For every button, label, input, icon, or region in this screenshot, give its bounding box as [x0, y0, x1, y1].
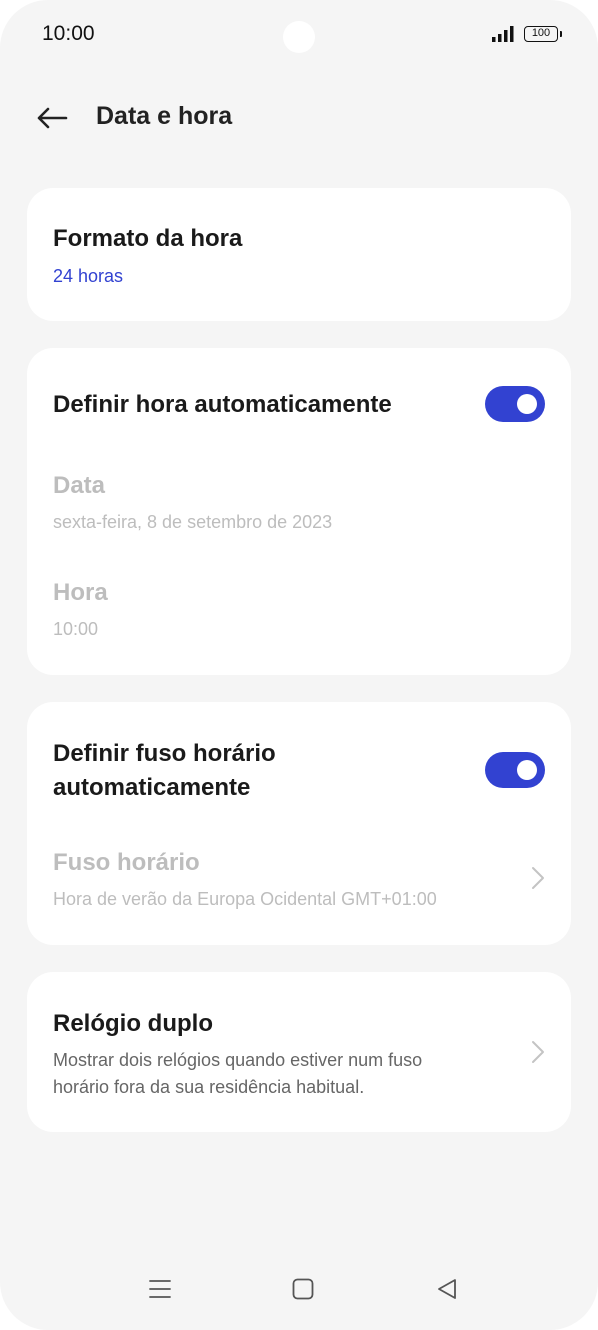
dual-clock-desc-line1: Mostrar dois relógios quando estiver num…: [53, 1050, 423, 1070]
auto-timezone-title-line2: automaticamente: [53, 774, 251, 801]
auto-timezone-card: Definir fuso horário automaticamente Fus…: [27, 702, 571, 945]
arrow-left-icon: [37, 107, 68, 129]
toggle-knob: [517, 394, 537, 414]
timezone-value: Hora de verão da Europa Ocidental GMT+01…: [53, 889, 437, 909]
time-value: 10:00: [53, 619, 99, 639]
chevron-right-icon: [532, 867, 544, 889]
time-label: Hora: [53, 579, 108, 606]
toggle-knob: [517, 760, 537, 780]
status-time: 10:00: [42, 22, 95, 45]
auto-timezone-toggle[interactable]: [485, 752, 545, 788]
chevron-right-icon: [532, 1041, 544, 1063]
auto-timezone-title-line1: Definir fuso horário: [53, 740, 276, 767]
signal-icon: [492, 26, 514, 42]
menu-lines-icon[interactable]: [149, 1278, 171, 1300]
auto-time-title: Definir hora automaticamente: [53, 391, 392, 418]
auto-time-toggle[interactable]: [485, 386, 545, 422]
time-format-title: Formato da hora: [53, 225, 243, 252]
time-format-card[interactable]: Formato da hora 24 horas: [27, 188, 571, 321]
auto-time-card: Definir hora automaticamente Data sexta-…: [27, 348, 571, 675]
triangle-back-icon[interactable]: [436, 1278, 458, 1300]
battery-icon: 100: [524, 26, 562, 42]
dual-clock-desc-line2: horário fora da sua residência habitual.: [53, 1077, 365, 1097]
phone-screen: 10:00 100 Data e hora Formato da hora 24…: [0, 0, 598, 1330]
timezone-label: Fuso horário: [53, 849, 200, 876]
date-value: sexta-feira, 8 de setembro de 2023: [53, 512, 333, 532]
time-format-value: 24 horas: [53, 266, 124, 286]
back-button[interactable]: [32, 100, 72, 136]
square-icon[interactable]: [292, 1278, 314, 1300]
camera-cutout: [283, 21, 315, 53]
dual-clock-card[interactable]: Relógio duplo Mostrar dois relógios quan…: [27, 972, 571, 1132]
date-label: Data: [53, 472, 106, 499]
dual-clock-title: Relógio duplo: [53, 1010, 213, 1037]
page-title: Data e hora: [96, 102, 233, 130]
